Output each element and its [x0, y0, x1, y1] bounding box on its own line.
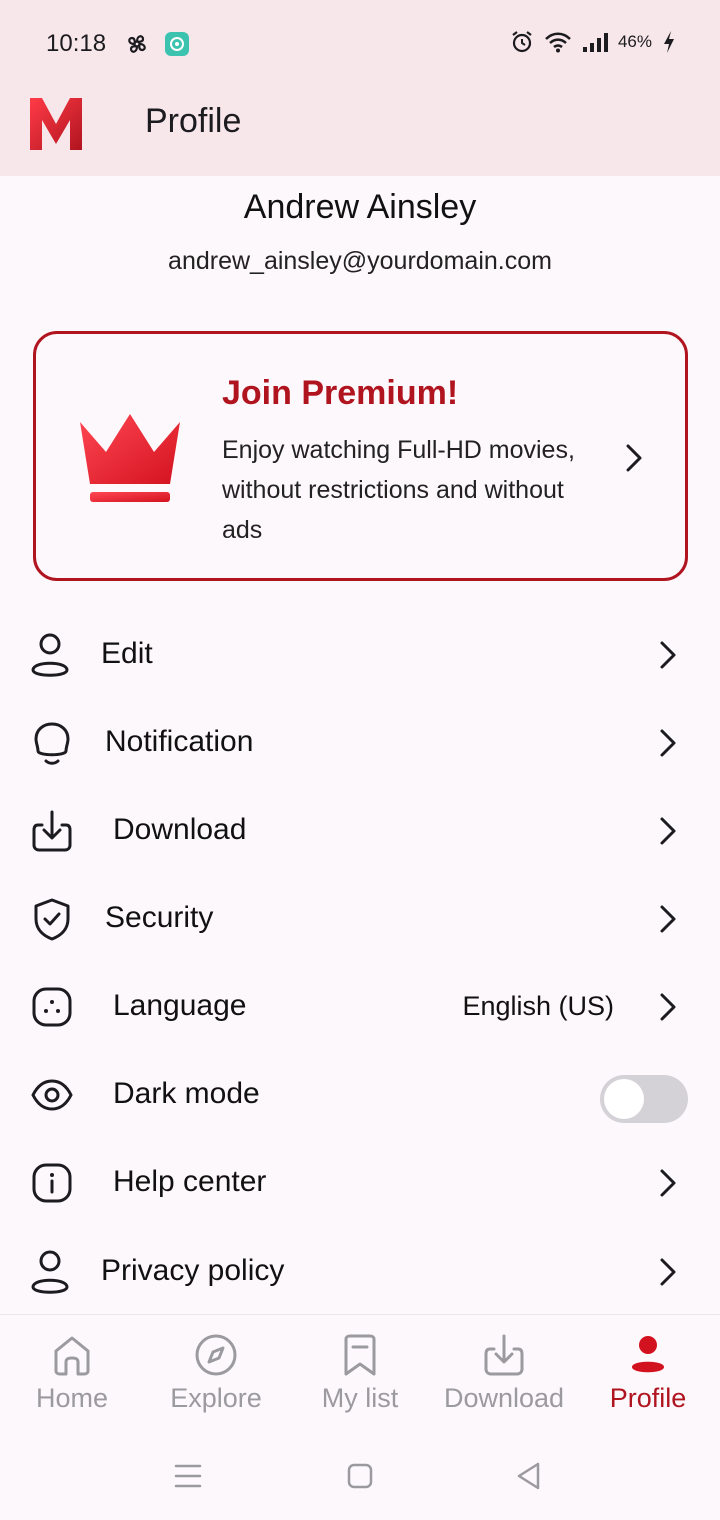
user-icon [31, 633, 69, 677]
menu-item-edit[interactable]: Edit [0, 611, 720, 699]
chevron-right-icon [660, 1169, 676, 1197]
signal-icon [582, 33, 608, 52]
bottom-nav: Home Explore My list Download Profile [0, 1314, 720, 1432]
compass-icon [195, 1334, 237, 1376]
bookmark-icon [344, 1334, 376, 1376]
menu-label: Notification [105, 725, 254, 758]
app-notification-icon [165, 32, 189, 56]
menu-label: Privacy policy [101, 1254, 285, 1287]
menu-item-dark-mode: Dark mode [0, 1051, 720, 1139]
nav-label: Home [35, 1383, 109, 1413]
chevron-right-icon [660, 641, 676, 669]
language-icon [32, 987, 72, 1027]
nav-tab-profile[interactable]: Profile [576, 1315, 720, 1433]
nav-label: Explore [170, 1383, 262, 1413]
menu-item-help-center[interactable]: Help center [0, 1139, 720, 1227]
shield-icon [34, 898, 70, 941]
menu-item-download[interactable]: Download [0, 787, 720, 875]
chevron-right-icon [660, 1258, 676, 1286]
chevron-right-icon [660, 993, 676, 1021]
page-title: Profile [145, 102, 242, 140]
menu-label: Download [113, 813, 247, 846]
download-icon [484, 1334, 524, 1376]
user-name: Andrew Ainsley [243, 188, 477, 226]
battery-percent: 46% [617, 32, 652, 51]
nav-label: My list [321, 1383, 399, 1413]
eye-icon [31, 1079, 73, 1111]
toggle-knob [604, 1079, 644, 1119]
menu-item-language[interactable]: Language English (US) [0, 963, 720, 1051]
home-button-icon[interactable] [344, 1460, 376, 1492]
chevron-right-icon [660, 905, 676, 933]
user-email: andrew_ainsley@yourdomain.com [168, 247, 552, 275]
premium-title: Join Premium! [222, 374, 459, 412]
app-bar: Profile [0, 88, 720, 176]
status-time: 10:18 [46, 30, 107, 57]
back-icon[interactable] [514, 1460, 546, 1492]
menu-item-security[interactable]: Security [0, 875, 720, 963]
nav-label: Download [443, 1383, 565, 1413]
download-icon [32, 810, 72, 852]
alarm-icon [512, 31, 532, 53]
language-value: English (US) [462, 991, 614, 1021]
menu-label: Security [105, 901, 214, 934]
menu-item-notification[interactable]: Notification [0, 699, 720, 787]
nav-tab-download[interactable]: Download [432, 1315, 576, 1433]
wifi-icon [545, 32, 571, 53]
charging-icon [664, 31, 674, 53]
nav-tab-home[interactable]: Home [0, 1315, 144, 1433]
chevron-right-icon [660, 817, 676, 845]
app-logo [30, 98, 82, 150]
bell-icon [34, 722, 70, 765]
system-nav-bar [0, 1432, 720, 1520]
dark-mode-toggle[interactable] [600, 1075, 688, 1123]
premium-description: Enjoy watching Full-HD movies, without r… [222, 436, 575, 544]
chevron-right-icon [626, 444, 642, 472]
menu-label: Edit [101, 637, 153, 670]
menu-label: Language [113, 989, 247, 1022]
home-icon [54, 1336, 90, 1376]
menu-label: Dark mode [113, 1077, 260, 1110]
menu-label: Help center [113, 1165, 267, 1198]
menu-icon[interactable] [172, 1460, 204, 1492]
profile-icon [632, 1336, 664, 1373]
nav-label: Profile [609, 1383, 687, 1413]
status-bar: 10:18 46% [0, 0, 720, 88]
menu-item-privacy-policy[interactable]: Privacy policy [0, 1228, 720, 1316]
nav-tab-my-list[interactable]: My list [288, 1315, 432, 1433]
user-icon [31, 1250, 69, 1294]
info-icon [32, 1163, 72, 1203]
chevron-right-icon [660, 729, 676, 757]
pinwheel-icon [128, 35, 146, 53]
crown-icon [80, 414, 180, 502]
premium-card[interactable]: Join Premium! Enjoy watching Full-HD mov… [33, 331, 688, 581]
nav-tab-explore[interactable]: Explore [144, 1315, 288, 1433]
